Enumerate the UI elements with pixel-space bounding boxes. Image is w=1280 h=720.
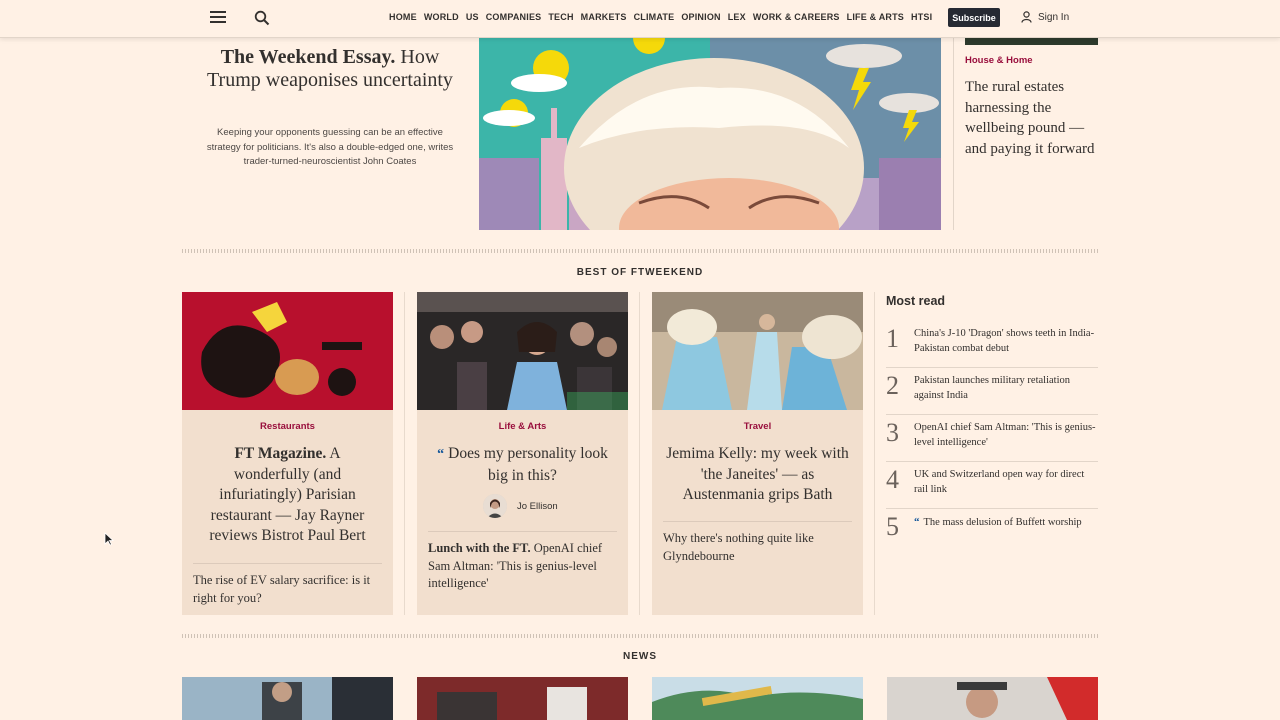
opinion-quote-icon: “ [914,516,920,528]
card-related-link[interactable]: Why there's nothing quite like Glyndebou… [663,530,853,565]
card-separator [663,521,852,522]
card-tag[interactable]: Life & Arts [417,421,628,432]
nav-markets[interactable]: MARKETS [581,12,627,22]
card-related-link[interactable]: Lunch with the FT. OpenAI chief Sam Altm… [428,540,618,593]
best-of-card-life-arts[interactable]: Life & Arts “Does my personality look bi… [417,292,628,615]
feature-headline[interactable]: The Weekend Essay. How Trump weaponises … [205,46,455,92]
nav-opinion[interactable]: OPINION [681,12,720,22]
column-divider [953,38,954,230]
opinion-quote-icon: “ [437,447,445,462]
rank-number: 4 [886,465,899,494]
card-headline[interactable]: Jemima Kelly: my week with 'the Janeites… [666,444,849,506]
nav-companies[interactable]: COMPANIES [486,12,542,22]
card-image [182,292,393,410]
most-read-headline: “The mass delusion of Buffett worship [914,515,1098,531]
nav-world[interactable]: WORLD [424,12,459,22]
sign-in-link[interactable]: Sign In [1021,11,1069,23]
nav-climate[interactable]: CLIMATE [634,12,675,22]
card-separator [428,531,617,532]
nav-work-careers[interactable]: WORK & CAREERS [753,12,840,22]
top-navigation: HOME WORLD US COMPANIES TECH MARKETS CLI… [0,0,1280,38]
card-separator [193,563,382,564]
nav-tech[interactable]: TECH [548,12,573,22]
news-label[interactable]: NEWS [182,651,1098,662]
card-headline[interactable]: “Does my personality look big in this? [431,444,614,486]
news-card-image[interactable] [652,677,863,720]
nav-htsi[interactable]: HTSI [911,12,932,22]
most-read-heading: Most read [886,294,946,308]
feature-standfirst: Keeping your opponents guessing can be a… [206,127,454,167]
card-divider [874,292,875,615]
most-read-headline: UK and Switzerland open way for direct r… [914,469,1085,495]
best-of-card-restaurants[interactable]: Restaurants FT Magazine. A wonderfully (… [182,292,393,615]
rank-number: 5 [886,512,899,541]
news-card-image[interactable] [417,677,628,720]
menu-icon[interactable] [210,11,226,25]
most-read-item[interactable]: 1 China's J-10 'Dragon' shows teeth in I… [886,320,1098,368]
side-story-tag[interactable]: House & Home [965,55,1033,66]
card-divider [404,292,405,615]
most-read-item[interactable]: 2 Pakistan launches military retaliation… [886,367,1098,415]
subscribe-button[interactable]: Subscribe [948,8,1000,27]
search-icon[interactable] [254,10,270,26]
most-read-item[interactable]: 4 UK and Switzerland open way for direct… [886,461,1098,509]
rank-number: 2 [886,371,899,400]
news-card-image[interactable] [887,677,1098,720]
section-rule [182,249,1098,253]
most-read-headline: OpenAI chief Sam Altman: 'This is genius… [914,422,1096,448]
nav-home[interactable]: HOME [389,12,417,22]
side-story-image[interactable] [965,38,1098,45]
nav-lex[interactable]: LEX [728,12,746,22]
most-read-headline: Pakistan launches military retaliation a… [914,375,1070,401]
news-card-image[interactable] [182,677,393,720]
best-of-card-travel[interactable]: Travel Jemima Kelly: my week with 'the J… [652,292,863,615]
most-read-item[interactable]: 5 “The mass delusion of Buffett worship [886,508,1098,555]
rank-number: 1 [886,324,899,353]
feature-illustration[interactable] [479,38,941,230]
related-link-bold: Lunch with the FT. [428,541,531,555]
mouse-cursor-icon [104,532,114,546]
author-avatar [483,494,507,518]
card-related-link[interactable]: The rise of EV salary sacrifice: is it r… [193,572,383,607]
nav-life-arts[interactable]: LIFE & ARTS [847,12,904,22]
card-image [652,292,863,410]
author-name: Jo Ellison [517,500,558,512]
card-headline[interactable]: FT Magazine. A wonderfully (and infuriat… [196,444,379,547]
author-byline[interactable]: Jo Ellison [483,494,558,518]
most-read-headline-text: The mass delusion of Buffett worship [923,517,1082,528]
user-icon [1021,11,1032,23]
side-story-headline[interactable]: The rural estates harnessing the wellbei… [965,77,1100,159]
feature-headline-bold: The Weekend Essay. [220,46,396,68]
card-image [417,292,628,410]
card-divider [639,292,640,615]
most-read-headline: China's J-10 'Dragon' shows teeth in Ind… [914,328,1095,354]
nav-links: HOME WORLD US COMPANIES TECH MARKETS CLI… [389,12,932,22]
nav-us[interactable]: US [466,12,479,22]
card-headline-bold: FT Magazine. [234,445,327,462]
most-read-item[interactable]: 3 OpenAI chief Sam Altman: 'This is geni… [886,414,1098,462]
rank-number: 3 [886,418,899,447]
card-tag[interactable]: Travel [652,421,863,432]
best-of-label[interactable]: BEST OF FTWEEKEND [182,267,1098,278]
section-rule [182,634,1098,638]
card-tag[interactable]: Restaurants [182,421,393,432]
sign-in-label: Sign In [1038,11,1070,23]
card-headline-text: Does my personality look big in this? [448,445,608,484]
